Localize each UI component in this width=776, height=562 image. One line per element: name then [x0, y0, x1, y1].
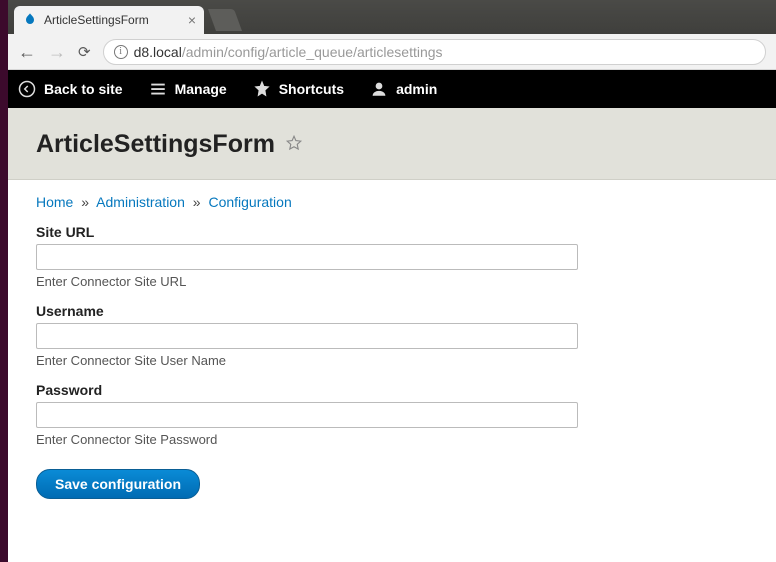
reload-icon[interactable]: ⟳ — [78, 43, 91, 61]
browser-tab-strip: ArticleSettingsForm × — [8, 0, 776, 34]
page-title-region: ArticleSettingsForm — [8, 108, 776, 180]
breadcrumb-sep: » — [81, 194, 89, 210]
breadcrumb-admin[interactable]: Administration — [96, 194, 185, 210]
password-label: Password — [36, 382, 748, 398]
toolbar-label: Shortcuts — [279, 81, 344, 97]
shortcuts-link[interactable]: Shortcuts — [253, 80, 344, 98]
username-input[interactable] — [36, 323, 578, 349]
toolbar-label: Back to site — [44, 81, 123, 97]
forward-arrow-icon: → — [48, 43, 66, 61]
new-tab-button[interactable] — [208, 9, 242, 31]
password-input[interactable] — [36, 402, 578, 428]
browser-tab-title: ArticleSettingsForm — [44, 13, 149, 27]
form-item-site-url: Site URL Enter Connector Site URL — [36, 224, 748, 289]
toolbar-label: admin — [396, 81, 437, 97]
site-info-icon[interactable]: i — [114, 45, 128, 59]
site-url-input[interactable] — [36, 244, 578, 270]
shortcut-star-icon[interactable] — [285, 134, 303, 155]
close-tab-icon[interactable]: × — [188, 13, 196, 27]
back-to-site-link[interactable]: Back to site — [18, 80, 123, 98]
back-circle-icon — [18, 80, 36, 98]
toolbar-label: Manage — [175, 81, 227, 97]
save-configuration-button[interactable]: Save configuration — [36, 469, 200, 499]
url-input[interactable]: i d8.local/admin/config/article_queue/ar… — [103, 39, 766, 65]
manage-link[interactable]: Manage — [149, 80, 227, 98]
os-window-edge — [0, 0, 8, 562]
username-desc: Enter Connector Site User Name — [36, 353, 748, 368]
drupal-admin-toolbar: Back to site Manage Shortcuts admin — [8, 70, 776, 108]
form-item-username: Username Enter Connector Site User Name — [36, 303, 748, 368]
site-url-desc: Enter Connector Site URL — [36, 274, 748, 289]
password-desc: Enter Connector Site Password — [36, 432, 748, 447]
breadcrumb: Home » Administration » Configuration — [36, 194, 748, 210]
user-link[interactable]: admin — [370, 80, 437, 98]
drupal-favicon-icon — [22, 12, 38, 28]
page-title: ArticleSettingsForm — [36, 130, 275, 159]
user-icon — [370, 80, 388, 98]
back-arrow-icon[interactable]: ← — [18, 43, 36, 61]
star-icon — [253, 80, 271, 98]
breadcrumb-home[interactable]: Home — [36, 194, 73, 210]
hamburger-icon — [149, 80, 167, 98]
browser-tab[interactable]: ArticleSettingsForm × — [14, 6, 204, 34]
browser-address-bar: ← → ⟳ i d8.local/admin/config/article_qu… — [8, 34, 776, 70]
username-label: Username — [36, 303, 748, 319]
breadcrumb-sep: » — [193, 194, 201, 210]
site-url-label: Site URL — [36, 224, 748, 240]
main-content: Home » Administration » Configuration Si… — [8, 180, 776, 513]
url-text: d8.local/admin/config/article_queue/arti… — [134, 44, 443, 60]
breadcrumb-config[interactable]: Configuration — [208, 194, 291, 210]
form-item-password: Password Enter Connector Site Password — [36, 382, 748, 447]
